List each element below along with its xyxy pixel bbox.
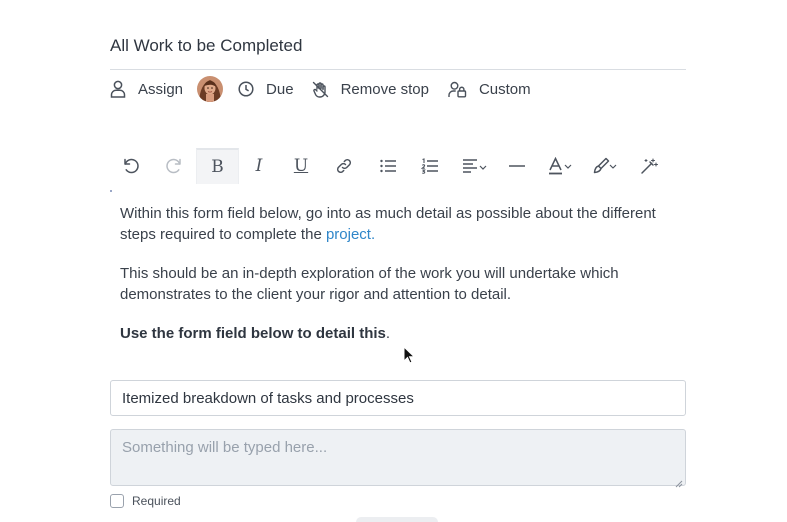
text-color-dropdown[interactable] [539, 148, 583, 184]
custom-button[interactable]: Custom [448, 81, 531, 98]
undo-icon [122, 157, 140, 175]
bullet-list-icon [379, 158, 397, 174]
remove-stop-button[interactable]: Remove stop [312, 81, 429, 98]
project-link[interactable]: project. [326, 226, 375, 243]
block-marker [110, 190, 112, 192]
required-row: Required [110, 494, 181, 508]
paragraph-3-tail: . [385, 325, 391, 342]
bullet-list-button[interactable] [368, 148, 408, 184]
redo-button[interactable] [154, 148, 194, 184]
numbered-list-icon [421, 158, 439, 174]
resize-handle-icon[interactable] [675, 475, 683, 493]
assign-label: Assign [138, 80, 184, 98]
add-field-button[interactable] [356, 517, 438, 522]
remove-stop-label: Remove stop [340, 80, 429, 98]
link-button[interactable] [324, 148, 364, 184]
required-label: Required [132, 494, 181, 508]
due-label: Due [266, 80, 294, 98]
clear-format-button[interactable] [629, 148, 669, 184]
italic-icon: I [255, 156, 263, 176]
custom-label: Custom [478, 80, 531, 98]
due-button[interactable]: Due [238, 81, 294, 98]
clock-icon [238, 81, 254, 97]
required-checkbox[interactable] [110, 494, 124, 508]
clear-format-icon [640, 157, 658, 175]
redo-icon [165, 157, 183, 175]
hand-stop-off-icon [312, 81, 329, 98]
form-title[interactable]: All Work to be Completed [110, 36, 302, 56]
paragraph-1: Within this form field below, go into as… [120, 203, 680, 245]
align-dropdown[interactable] [453, 148, 497, 184]
numbered-list-button[interactable] [410, 148, 450, 184]
align-icon [462, 158, 488, 174]
task-meta-row: Assign Due Remove stop Custom [110, 76, 531, 102]
editor-content[interactable]: Within this form field below, go into as… [120, 203, 680, 362]
bold-icon: B [211, 157, 224, 177]
editor-toolbar: B I U [110, 148, 670, 184]
paragraph-3-bold: Use the form field below to detail this [120, 325, 386, 342]
response-textarea[interactable] [110, 429, 686, 486]
avatar[interactable] [197, 76, 224, 102]
user-icon [110, 80, 126, 98]
bold-button[interactable]: B [196, 148, 239, 184]
underline-icon: U [293, 156, 309, 176]
horizontal-rule-button[interactable] [497, 148, 537, 184]
field-label-input[interactable] [110, 380, 686, 416]
assign-button[interactable]: Assign [110, 80, 183, 98]
horizontal-rule-icon [508, 164, 526, 168]
paragraph-2: This should be an in-depth exploration o… [120, 265, 619, 303]
user-lock-icon [448, 81, 467, 98]
link-icon [335, 157, 353, 175]
title-divider [110, 69, 686, 70]
paragraph-1-text: Within this form field below, go into as… [120, 205, 656, 243]
mouse-cursor-icon [403, 345, 416, 369]
underline-button[interactable]: U [281, 148, 321, 184]
undo-button[interactable] [111, 148, 151, 184]
italic-button[interactable]: I [239, 148, 279, 184]
paragraph-3: Use the form field below to detail this. [120, 323, 680, 344]
highlight-dropdown[interactable] [583, 148, 627, 184]
text-color-icon [548, 157, 574, 175]
highlight-icon [592, 157, 618, 175]
